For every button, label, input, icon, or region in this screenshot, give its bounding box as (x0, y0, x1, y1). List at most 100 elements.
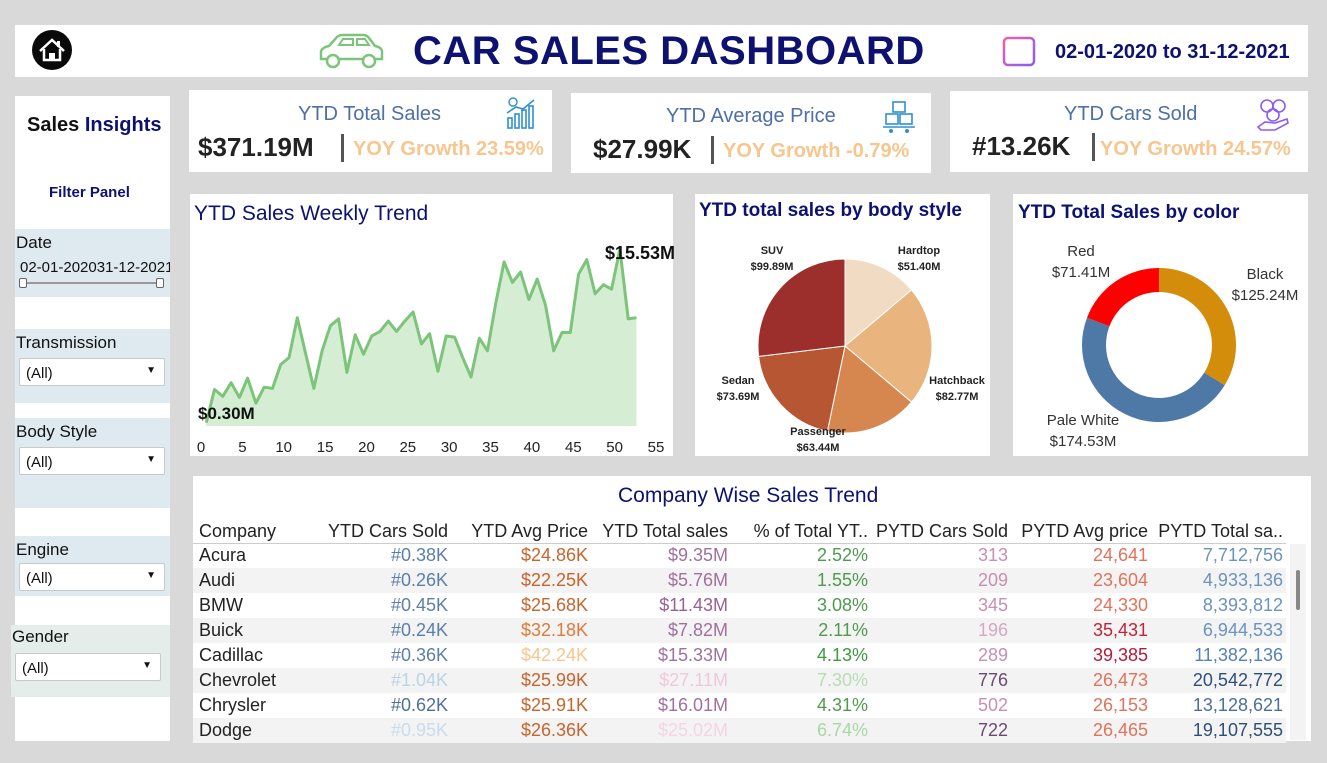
table-row[interactable]: Buick #0.24K $32.18K $7.82M 2.11% 196 35,431 6,… (193, 618, 1286, 643)
date-range-label: 02-01-2020 to 31-12-2021 (1055, 41, 1290, 63)
engine-dropdown-value: (All) (26, 570, 53, 587)
engine-dropdown[interactable]: (All) ▼ (19, 563, 165, 591)
gender-filter-label: Gender (12, 627, 69, 646)
table-cell: 209 (977, 570, 1008, 590)
donut-label-black-value: $125.24M (1232, 287, 1299, 304)
table-cell: 502 (977, 695, 1008, 715)
x-tick-label: 0 (197, 439, 205, 456)
date-filter: Date 02-01-202031-12-2021 (15, 229, 170, 297)
column-header[interactable]: % of Total YT.. (731, 520, 871, 544)
column-header[interactable]: Company (193, 520, 313, 544)
trend-min-label: $0.30M (198, 404, 255, 423)
date-end-value: 31-12-2021 (96, 259, 170, 276)
scrollbar-thumb[interactable] (1296, 570, 1300, 610)
chevron-down-icon: ▼ (146, 570, 156, 581)
table-cell: #0.38K (390, 545, 448, 566)
table-cell: 20,542,772 (1192, 670, 1283, 690)
engine-filter: Engine (All) ▼ (15, 536, 170, 596)
x-tick-label: 20 (358, 439, 375, 456)
date-slider-track[interactable] (22, 282, 164, 284)
table-cell: #0.26K (390, 570, 448, 590)
chevron-down-icon: ▼ (146, 365, 156, 376)
table-row[interactable]: Acura #0.38K $24.86K $9.35M 2.52% 313 24,641 7,… (193, 543, 1286, 568)
table-cell: 776 (977, 670, 1008, 690)
column-header[interactable]: PYTD Total sa.. (1151, 520, 1286, 544)
column-header[interactable]: YTD Total sales (591, 520, 731, 544)
filter-sidebar: Sales Insights Filter Panel Date 02-01-2… (11, 96, 170, 741)
pie-label-suv-name: SUV (761, 245, 784, 257)
body-style-dropdown-value: (All) (26, 454, 53, 471)
table-cell: 7.30% (816, 670, 868, 690)
table-row[interactable]: Chevrolet #1.04K $25.99K $27.11M 7.30% 776 26,… (193, 668, 1286, 693)
company-name-cell: Dodge (199, 720, 253, 740)
column-header[interactable]: PYTD Avg price (1011, 520, 1151, 544)
table-cell: $24.86K (520, 545, 588, 566)
table-cell: 35,431 (1092, 620, 1148, 640)
kpi-value: #13.26K (972, 131, 1071, 161)
home-button[interactable] (30, 29, 76, 71)
transmission-dropdown[interactable]: (All) ▼ (19, 358, 165, 386)
sales-chart-icon (506, 97, 535, 129)
table-cell: $26.36K (520, 720, 588, 740)
donut-label-red-name: Red (1067, 243, 1095, 260)
weekly-trend-chart: 0 5 10 15 20 25 30 35 40 45 50 55 (197, 247, 664, 456)
table-cell: $11.43M (659, 595, 728, 615)
table-cell: 24,330 (1092, 595, 1148, 615)
date-slider-start-handle[interactable] (19, 278, 27, 288)
kpi-divider (711, 136, 714, 164)
table-cell: 13,128,621 (1192, 695, 1283, 715)
table-cell: 11,382,136 (1194, 645, 1283, 665)
x-tick-label: 15 (317, 439, 334, 456)
kpi-divider (341, 134, 344, 162)
company-name-cell: Chrysler (199, 695, 267, 715)
date-slider-end-handle[interactable] (156, 278, 164, 288)
x-tick-label: 5 (238, 439, 246, 456)
kpi-value: $27.99K (593, 134, 692, 164)
table-cell: $25.68K (520, 595, 588, 615)
x-tick-label: 40 (524, 439, 541, 456)
table-cell: $27.11M (659, 670, 728, 690)
table-cell: $22.25K (520, 570, 588, 590)
table-row[interactable]: BMW #0.45K $25.68K $11.43M 3.08% 345 24,330 8,3… (193, 593, 1286, 618)
gender-dropdown[interactable]: (All) ▼ (15, 653, 161, 681)
date-values: 02-01-202031-12-2021 (20, 259, 170, 276)
company-name-cell: Acura (199, 545, 247, 566)
x-tick-label: 50 (606, 439, 623, 456)
column-header[interactable]: YTD Cars Sold (313, 520, 451, 544)
table-cell: 39,385 (1092, 645, 1148, 665)
table-scrollbar[interactable] (1290, 544, 1306, 740)
table-row[interactable]: Dodge #0.95K $26.36K $25.02M 6.74% 722 26,465 1… (193, 718, 1286, 743)
column-header[interactable]: YTD Avg Price (451, 520, 591, 544)
column-header[interactable]: PYTD Cars Sold (871, 520, 1011, 544)
donut-label-white-value: $174.53M (1050, 433, 1117, 450)
pie-label-sedan-name: Sedan (721, 375, 754, 387)
car-icon (319, 33, 384, 69)
kpi-divider (1092, 133, 1095, 161)
table-row[interactable]: Chrysler #0.62K $25.91K $16.01M 4.31% 502 26,1… (193, 693, 1286, 718)
color-sales-card: YTD Total Sales by color Red $71.41M Bla… (1013, 194, 1308, 456)
table-cell: 24,641 (1092, 545, 1148, 566)
table-cell: 4.13% (816, 645, 868, 665)
table-cell: 345 (977, 595, 1008, 615)
table-cell: #0.24K (390, 620, 448, 640)
color-sales-donut: Red $71.41M Black $125.24M Pale White $1… (1047, 243, 1299, 450)
table-row[interactable]: Cadillac #0.36K $42.24K $15.33M 4.13% 289 39,3… (193, 643, 1286, 668)
kpi-title: YTD Cars Sold (1064, 103, 1198, 125)
pie-slice-suv[interactable] (757, 258, 846, 357)
table-cell: $42.24K (520, 645, 588, 665)
table-cell: 1.55% (816, 570, 868, 590)
table-cell: 6,944,533 (1202, 620, 1283, 640)
body-style-dropdown[interactable]: (All) ▼ (19, 447, 165, 475)
donut-slice-black[interactable] (1159, 268, 1236, 386)
donut-slice-pale-white[interactable] (1082, 317, 1225, 422)
calendar-icon (1002, 34, 1036, 67)
kpi-growth: YOY Growth 23.59% (353, 138, 544, 160)
kpi-title: YTD Total Sales (298, 103, 442, 125)
gender-dropdown-value: (All) (22, 660, 49, 677)
dashboard-title: CAR SALES DASHBOARD (413, 29, 925, 73)
dashboard-header: CAR SALES DASHBOARD 02-01-2020 to 31-12-… (15, 25, 1308, 77)
table-row[interactable]: Audi #0.26K $22.25K $5.76M 1.55% 209 23,604 4,9… (193, 568, 1286, 593)
engine-filter-label: Engine (16, 540, 69, 559)
pie-label-hatchback-name: Hatchback (929, 375, 986, 387)
table-cell: 26,473 (1092, 670, 1148, 690)
